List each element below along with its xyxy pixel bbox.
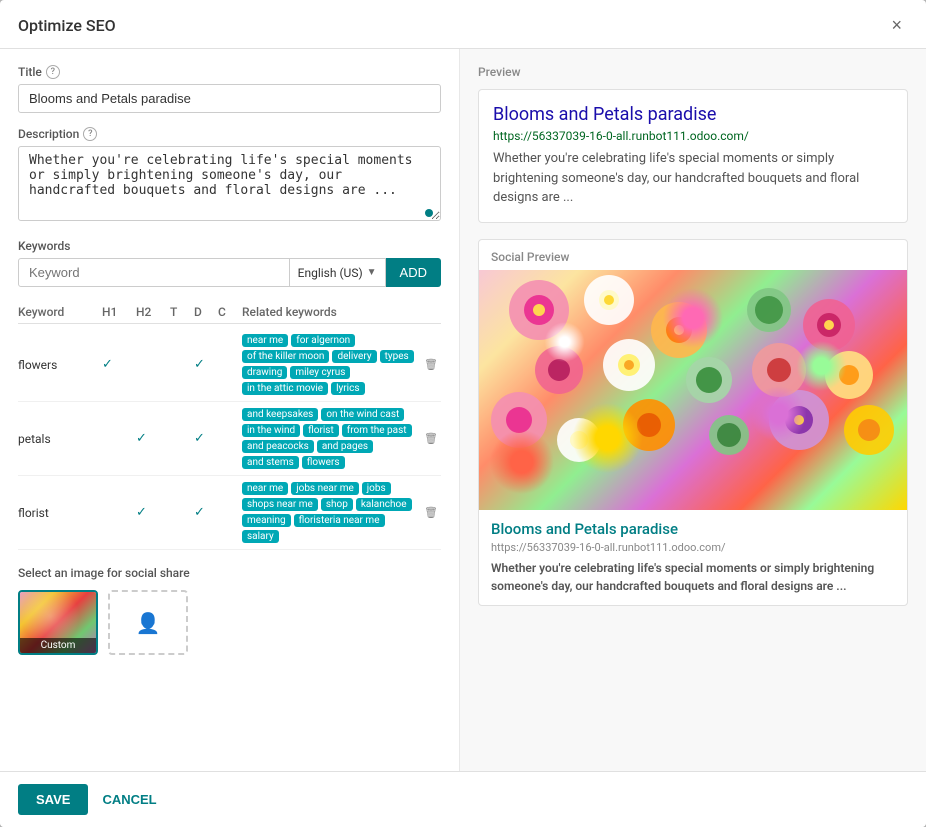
seo-preview-title[interactable]: Blooms and Petals paradise: [493, 104, 893, 125]
textarea-dot: [425, 209, 433, 217]
social-image-section: Select an image for social share Custom …: [18, 566, 441, 655]
social-preview-card: Social Preview: [478, 239, 908, 606]
save-button[interactable]: SAVE: [18, 784, 88, 815]
kw-tag: and stems: [242, 456, 299, 469]
seo-preview-url: https://56337039-16-0-all.runbot111.odoo…: [493, 129, 893, 143]
keyword-tags: and keepsakes on the wind cast in the wi…: [242, 408, 417, 469]
right-panel: Preview Blooms and Petals paradise https…: [460, 49, 926, 771]
social-image-label: Select an image for social share: [18, 566, 441, 580]
description-label: Description ?: [18, 127, 441, 141]
person-icon: 👤: [136, 611, 161, 635]
social-preview-image: [479, 270, 907, 510]
left-panel: Title ? Description ?: [0, 49, 460, 771]
kw-tag: and pages: [317, 440, 373, 453]
kw-tag: of the killer moon: [242, 350, 329, 363]
image-options: Custom 👤: [18, 590, 441, 655]
kw-tag: and keepsakes: [242, 408, 318, 421]
kw-tag: near me: [242, 482, 288, 495]
kw-tag: floristeria near me: [294, 514, 385, 527]
cancel-button[interactable]: CANCEL: [98, 784, 160, 815]
blank-image-option[interactable]: 👤: [108, 590, 188, 655]
description-input[interactable]: [18, 146, 441, 221]
delete-keyword-icon[interactable]: 🗑: [421, 506, 441, 519]
close-button[interactable]: ×: [885, 14, 908, 36]
kw-tag: meaning: [242, 514, 291, 527]
language-select[interactable]: English (US) ▼: [290, 258, 386, 287]
keyword-row: English (US) ▼ ADD: [18, 258, 441, 287]
modal-overlay: Optimize SEO × Title ? Description: [0, 0, 926, 827]
description-field-group: Description ?: [18, 127, 441, 225]
kw-tag: jobs: [362, 482, 391, 495]
chevron-down-icon: ▼: [367, 267, 377, 278]
keywords-table: Keyword H1 H2 T D C Related keywords flo…: [18, 301, 441, 550]
description-help-icon[interactable]: ?: [83, 127, 97, 141]
keyword-tags: near me for algernon of the killer moon …: [242, 334, 417, 395]
custom-label: Custom: [20, 638, 96, 653]
social-preview-label: Social Preview: [479, 240, 907, 270]
kw-tag: lyrics: [331, 382, 364, 395]
kw-tag: on the wind cast: [321, 408, 404, 421]
social-preview-info: Blooms and Petals paradise https://56337…: [479, 510, 907, 605]
textarea-wrapper: [18, 146, 441, 225]
kw-tag: in the wind: [242, 424, 300, 437]
keyword-input[interactable]: [18, 258, 290, 287]
social-preview-card-title: Blooms and Petals paradise: [491, 520, 895, 538]
optimize-seo-modal: Optimize SEO × Title ? Description: [0, 0, 926, 827]
keywords-label: Keywords: [18, 239, 441, 253]
kw-tag: drawing: [242, 366, 287, 379]
table-row: petals ✓ ✓ and keepsakes on the wind cas…: [18, 402, 441, 476]
preview-label: Preview: [478, 65, 908, 79]
table-row: flowers ✓ ✓ near me for algernon of the …: [18, 328, 441, 402]
modal-footer: SAVE CANCEL: [0, 771, 926, 827]
table-header: Keyword H1 H2 T D C Related keywords: [18, 301, 441, 324]
keyword-tags: near me jobs near me jobs shops near me …: [242, 482, 417, 543]
social-preview-card-url: https://56337039-16-0-all.runbot111.odoo…: [491, 541, 895, 554]
kw-tag: near me: [242, 334, 288, 347]
title-help-icon[interactable]: ?: [46, 65, 60, 79]
keywords-field-group: Keywords English (US) ▼ ADD: [18, 239, 441, 287]
seo-preview-card: Blooms and Petals paradise https://56337…: [478, 89, 908, 223]
kw-tag: kalanchoe: [356, 498, 412, 511]
kw-tag: in the attic movie: [242, 382, 328, 395]
title-label: Title ?: [18, 65, 441, 79]
kw-tag: miley cyrus: [290, 366, 350, 379]
kw-tag: jobs near me: [291, 482, 359, 495]
delete-keyword-icon[interactable]: 🗑: [421, 432, 441, 445]
modal-title: Optimize SEO: [18, 16, 116, 35]
title-field-group: Title ?: [18, 65, 441, 113]
modal-body: Title ? Description ?: [0, 49, 926, 771]
social-preview-card-desc: Whether you're celebrating life's specia…: [491, 559, 895, 595]
table-row: florist ✓ ✓ near me jobs near me jobs sh…: [18, 476, 441, 550]
kw-tag: salary: [242, 530, 279, 543]
title-input[interactable]: [18, 84, 441, 113]
kw-tag: florist: [303, 424, 339, 437]
modal-header: Optimize SEO ×: [0, 0, 926, 49]
kw-tag: for algernon: [291, 334, 355, 347]
kw-tag: types: [380, 350, 414, 363]
custom-image-option[interactable]: Custom: [18, 590, 98, 655]
seo-preview-desc: Whether you're celebrating life's specia…: [493, 149, 893, 208]
delete-keyword-icon[interactable]: 🗑: [421, 358, 441, 371]
kw-tag: shop: [321, 498, 353, 511]
kw-tag: from the past: [342, 424, 412, 437]
kw-tag: shops near me: [242, 498, 318, 511]
kw-tag: flowers: [302, 456, 345, 469]
kw-tag: delivery: [332, 350, 376, 363]
add-keyword-button[interactable]: ADD: [386, 258, 441, 287]
kw-tag: and peacocks: [242, 440, 314, 453]
